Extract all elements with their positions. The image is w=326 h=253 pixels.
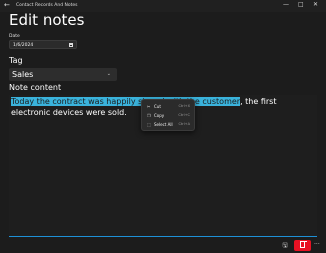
minimize-icon[interactable]: — [283,1,289,8]
calendar-icon[interactable] [69,42,73,47]
tag-label: Tag [9,56,23,65]
selected-text: Today the contract was happily signed wi… [11,97,241,106]
menu-item-label: Select All [154,121,173,127]
menu-item-cut[interactable]: ✂ Cut Ctrl+X [144,102,192,110]
context-menu: ✂ Cut Ctrl+X ❐ Copy Ctrl+C ⬚ Select All … [141,99,195,131]
menu-item-label: Cut [154,103,161,109]
more-options-icon[interactable]: ··· [314,241,320,248]
copy-icon: ❐ [147,112,151,118]
menu-item-shortcut: Ctrl+C [178,112,190,117]
date-label: Date [9,34,20,39]
menu-item-select-all[interactable]: ⬚ Select All Ctrl+A [144,120,192,128]
menu-item-shortcut: Ctrl+A [178,121,190,126]
app-title: Contact Records And Notes [16,3,78,8]
menu-item-shortcut: Ctrl+X [178,103,190,108]
cut-icon: ✂ [147,103,151,109]
chevron-down-icon: ⌄ [106,70,111,77]
maximize-icon[interactable]: □ [298,1,304,8]
menu-item-copy[interactable]: ❐ Copy Ctrl+C [144,111,192,119]
trash-icon [299,240,307,248]
save-icon[interactable]: 🖫 [280,241,290,250]
delete-button[interactable] [294,240,311,251]
tag-value: Sales [12,69,34,79]
page-title: Edit notes [9,11,85,29]
note-content-label: Note content [9,83,62,92]
tag-dropdown[interactable]: Sales ⌄ [9,68,117,81]
command-bar [0,239,326,253]
close-icon[interactable]: ✕ [313,1,318,8]
date-value: 1/6/2024 [13,42,34,48]
select-all-icon: ⬚ [147,121,151,127]
back-arrow-icon[interactable]: ← [4,1,10,9]
menu-item-label: Copy [154,112,165,118]
date-picker[interactable]: 1/6/2024 [9,40,77,49]
